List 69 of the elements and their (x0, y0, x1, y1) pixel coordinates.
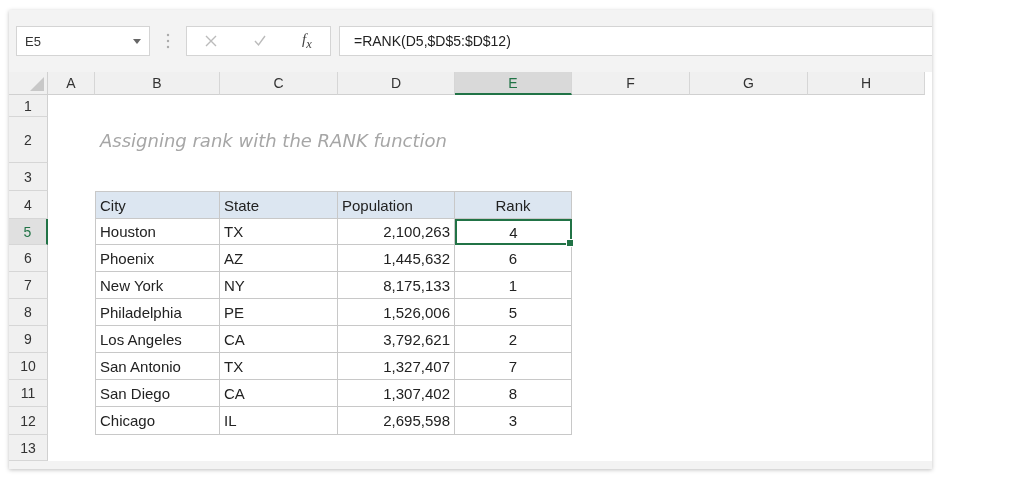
row-header[interactable]: 10 (9, 353, 48, 380)
row-header[interactable]: 13 (9, 435, 48, 461)
row-header[interactable]: 11 (9, 380, 48, 407)
table-cell[interactable]: 2,100,263 (338, 219, 455, 245)
table-cell[interactable]: 1,445,632 (338, 245, 455, 272)
row-header[interactable]: 6 (9, 245, 48, 272)
table-cell[interactable]: 7 (455, 353, 572, 380)
table-header-cell: State (220, 191, 338, 219)
grip-icon (166, 32, 170, 50)
table-cell[interactable]: 3,792,621 (338, 326, 455, 353)
row-header[interactable]: 5 (9, 219, 48, 245)
table-cell[interactable]: 1,327,407 (338, 353, 455, 380)
column-header[interactable]: F (572, 72, 690, 95)
insert-function-button[interactable]: f$_{x}$ (302, 30, 312, 52)
row-header[interactable]: 7 (9, 272, 48, 299)
table-cell[interactable]: Chicago (95, 407, 220, 435)
column-header[interactable]: C (220, 72, 338, 95)
triangle-icon (30, 77, 44, 91)
table-cell[interactable]: 2,695,598 (338, 407, 455, 435)
row-header[interactable]: 4 (9, 191, 48, 219)
table-cell[interactable]: PE (220, 299, 338, 326)
table-cell[interactable]: IL (220, 407, 338, 435)
row-header[interactable]: 3 (9, 163, 48, 191)
table-cell[interactable]: Los Angeles (95, 326, 220, 353)
table-header-cell: Rank (455, 191, 572, 219)
row-header[interactable]: 2 (9, 117, 48, 163)
table-header-cell: Population (338, 191, 455, 219)
table-cell[interactable]: 5 (455, 299, 572, 326)
row-header[interactable]: 8 (9, 299, 48, 326)
table-cell[interactable]: 8 (455, 380, 572, 407)
table-cell[interactable]: AZ (220, 245, 338, 272)
row-header[interactable]: 12 (9, 407, 48, 435)
table-cell[interactable]: 4 (455, 219, 572, 245)
table-cell[interactable]: 1 (455, 272, 572, 299)
table-cell[interactable]: 1,526,006 (338, 299, 455, 326)
table-cell[interactable]: NY (220, 272, 338, 299)
column-header[interactable]: B (95, 72, 220, 95)
fill-handle[interactable] (566, 239, 574, 247)
table-cell[interactable]: Houston (95, 219, 220, 245)
column-header[interactable]: A (48, 72, 95, 95)
table-cell[interactable]: TX (220, 219, 338, 245)
table-cell[interactable]: New York (95, 272, 220, 299)
name-box[interactable]: E5 (16, 26, 150, 56)
table-cell[interactable]: 3 (455, 407, 572, 435)
sheet-title: Assigning rank with the RANK function (98, 129, 448, 151)
table-cell[interactable]: San Diego (95, 380, 220, 407)
column-header[interactable]: D (338, 72, 455, 95)
row-header[interactable]: 9 (9, 326, 48, 353)
column-header[interactable]: E (455, 72, 572, 95)
formula-field[interactable]: =RANK(D5,$D$5:$D$12) (339, 26, 932, 56)
column-header[interactable]: H (808, 72, 925, 95)
table-cell[interactable]: 6 (455, 245, 572, 272)
table-header-cell: City (95, 191, 220, 219)
table-cell[interactable]: 8,175,133 (338, 272, 455, 299)
name-box-value: E5 (25, 33, 41, 49)
column-header[interactable]: G (690, 72, 808, 95)
table-cell[interactable]: 2 (455, 326, 572, 353)
enter-icon[interactable] (253, 35, 266, 47)
row-header[interactable]: 1 (9, 95, 48, 117)
table-cell[interactable]: Philadelphia (95, 299, 220, 326)
caret-icon[interactable] (133, 38, 141, 44)
table-cell[interactable]: CA (220, 326, 338, 353)
cancel-icon[interactable] (205, 35, 218, 47)
table-cell[interactable]: CA (220, 380, 338, 407)
table-cell[interactable]: 1,307,402 (338, 380, 455, 407)
table-cell[interactable]: Phoenix (95, 245, 220, 272)
table-cell[interactable]: San Antonio (95, 353, 220, 380)
table-cell[interactable]: TX (220, 353, 338, 380)
select-all-button[interactable] (9, 72, 48, 95)
